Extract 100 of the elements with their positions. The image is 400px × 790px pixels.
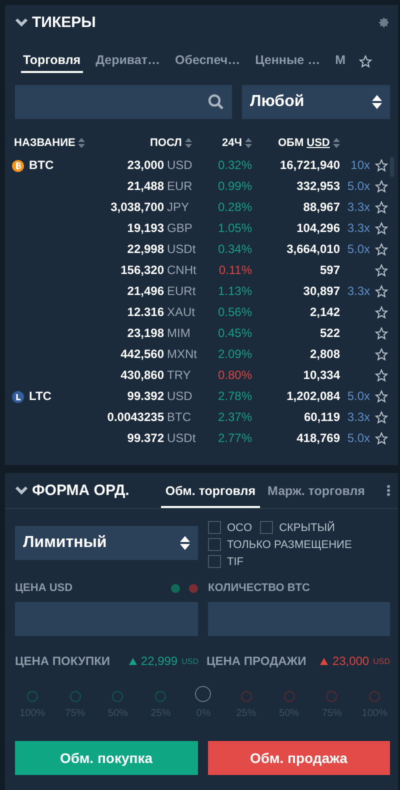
price-value: 12.316 bbox=[126, 304, 164, 321]
sort-icon[interactable] bbox=[78, 138, 86, 148]
price-value: 156,320 bbox=[120, 262, 164, 279]
tab[interactable]: М bbox=[333, 49, 348, 73]
percent-step-circle[interactable] bbox=[112, 691, 124, 702]
panel-title: ФОРМА ОРД. bbox=[32, 482, 130, 499]
star-icon[interactable] bbox=[375, 432, 388, 445]
percent-step-circle[interactable] bbox=[70, 691, 81, 702]
star-icon[interactable] bbox=[375, 285, 388, 298]
unit-label: USD bbox=[182, 656, 198, 666]
ticker-symbol: BTC bbox=[29, 157, 54, 174]
panel-title: ТИКЕРЫ bbox=[32, 14, 96, 30]
tab[interactable]: Торговля bbox=[21, 49, 83, 73]
tab[interactable]: Ценные … bbox=[253, 49, 322, 73]
leverage-value: 5.0x bbox=[346, 388, 370, 405]
more-menu-icon[interactable] bbox=[387, 485, 390, 496]
currency-label: EURt bbox=[166, 283, 197, 300]
leverage-value: 5.0x bbox=[346, 430, 370, 447]
quote-label: ЦЕНА ПРОДАЖИ bbox=[206, 654, 308, 668]
checkbox[interactable] bbox=[208, 521, 221, 534]
triangle-up-icon bbox=[128, 658, 137, 664]
trade-button[interactable]: Обм. продажа bbox=[208, 741, 390, 775]
star-icon[interactable] bbox=[375, 201, 388, 214]
order-type-select[interactable]: Лимитный bbox=[15, 526, 198, 560]
sort-icon[interactable] bbox=[332, 138, 340, 148]
volume-value: 16,721,940 bbox=[278, 157, 340, 174]
price-input[interactable] bbox=[15, 602, 198, 636]
ticker-symbol: LTC bbox=[29, 388, 52, 405]
checkbox[interactable] bbox=[208, 538, 221, 551]
price-value: 21,488 bbox=[126, 178, 164, 195]
change-value: 0.28% bbox=[216, 199, 252, 216]
volume-value: 2,142 bbox=[308, 304, 340, 321]
column-header[interactable]: НАЗВАНИЕ bbox=[14, 137, 150, 149]
change-value: 1.05% bbox=[216, 220, 252, 237]
volume-value: 597 bbox=[318, 262, 340, 279]
settings-icon[interactable] bbox=[379, 16, 390, 28]
amount-input[interactable] bbox=[208, 602, 390, 636]
volume-value: 332,953 bbox=[296, 178, 340, 195]
currency-label: USD bbox=[166, 157, 194, 174]
chevron-down-icon[interactable] bbox=[15, 18, 28, 26]
tab[interactable]: Марж. торговля bbox=[264, 478, 369, 508]
star-icon[interactable] bbox=[375, 180, 388, 193]
percent-step-circle[interactable] bbox=[195, 686, 212, 702]
quote-value: 23,000 bbox=[332, 654, 370, 668]
star-icon[interactable] bbox=[375, 390, 388, 403]
column-header[interactable]: 24Ч bbox=[222, 137, 278, 149]
sort-icon[interactable] bbox=[184, 138, 192, 148]
volume-value: 30,897 bbox=[302, 283, 340, 300]
volume-value: 104,296 bbox=[296, 220, 340, 237]
percent-step-circle[interactable] bbox=[26, 691, 38, 702]
tab[interactable]: Обм. торговля bbox=[161, 478, 260, 508]
updown-caret-icon bbox=[180, 536, 190, 550]
tab[interactable]: Дериват… bbox=[94, 49, 162, 73]
filter-select[interactable]: Любой bbox=[242, 85, 390, 119]
star-icon[interactable] bbox=[375, 264, 388, 277]
percent-step-circle[interactable] bbox=[155, 691, 166, 702]
field-label: КОЛИЧЕСТВО BTC bbox=[208, 582, 310, 594]
leverage-value: 10x bbox=[350, 157, 370, 174]
change-value: 2.77% bbox=[216, 430, 252, 447]
currency-label: TRY bbox=[166, 367, 192, 384]
triangle-up-icon bbox=[320, 658, 328, 664]
quote-label: ЦЕНА ПОКУПКИ bbox=[15, 654, 112, 668]
star-icon[interactable] bbox=[375, 411, 388, 424]
change-value: 1.13% bbox=[216, 283, 252, 300]
checkbox[interactable] bbox=[208, 555, 221, 568]
star-icon[interactable] bbox=[375, 327, 388, 340]
star-icon[interactable] bbox=[375, 159, 388, 172]
volume-value: 1,202,084 bbox=[286, 388, 340, 405]
currency-label: JPY bbox=[166, 199, 190, 216]
leverage-value: 3.3x bbox=[346, 409, 370, 426]
currency-label: GBP bbox=[166, 220, 194, 237]
price-value: 3,038,700 bbox=[110, 199, 164, 216]
search-icon[interactable] bbox=[208, 94, 224, 110]
volume-value: 60,119 bbox=[302, 409, 340, 426]
star-icon[interactable] bbox=[358, 54, 372, 68]
change-value: 0.45% bbox=[216, 325, 252, 342]
price-value: 442,560 bbox=[120, 346, 164, 363]
checkbox[interactable] bbox=[260, 521, 274, 534]
volume-value: 10,334 bbox=[302, 367, 340, 384]
currency-label: USDt bbox=[166, 430, 197, 447]
price-value: 22,998 bbox=[126, 241, 164, 258]
star-icon[interactable] bbox=[375, 222, 388, 235]
price-value: 99.372 bbox=[126, 430, 164, 447]
change-value: 0.11% bbox=[218, 262, 252, 279]
leverage-value: 3.3x bbox=[346, 199, 370, 216]
coin-icon bbox=[12, 390, 24, 402]
change-value: 2.37% bbox=[216, 409, 252, 426]
currency-label: MXNt bbox=[166, 346, 198, 363]
tab[interactable]: Обеспеч… bbox=[173, 49, 242, 73]
search-field[interactable] bbox=[15, 85, 232, 119]
sort-icon[interactable] bbox=[244, 138, 252, 148]
chevron-down-icon[interactable] bbox=[15, 486, 28, 495]
star-icon[interactable] bbox=[375, 369, 388, 382]
star-icon[interactable] bbox=[375, 243, 388, 256]
change-value: 0.34% bbox=[216, 241, 252, 258]
option-label: TIF bbox=[227, 556, 244, 568]
column-header[interactable]: ОБМ USD bbox=[278, 137, 340, 149]
star-icon[interactable] bbox=[375, 348, 388, 361]
column-header[interactable]: ПОСЛ bbox=[150, 137, 222, 149]
star-icon[interactable] bbox=[375, 306, 388, 319]
